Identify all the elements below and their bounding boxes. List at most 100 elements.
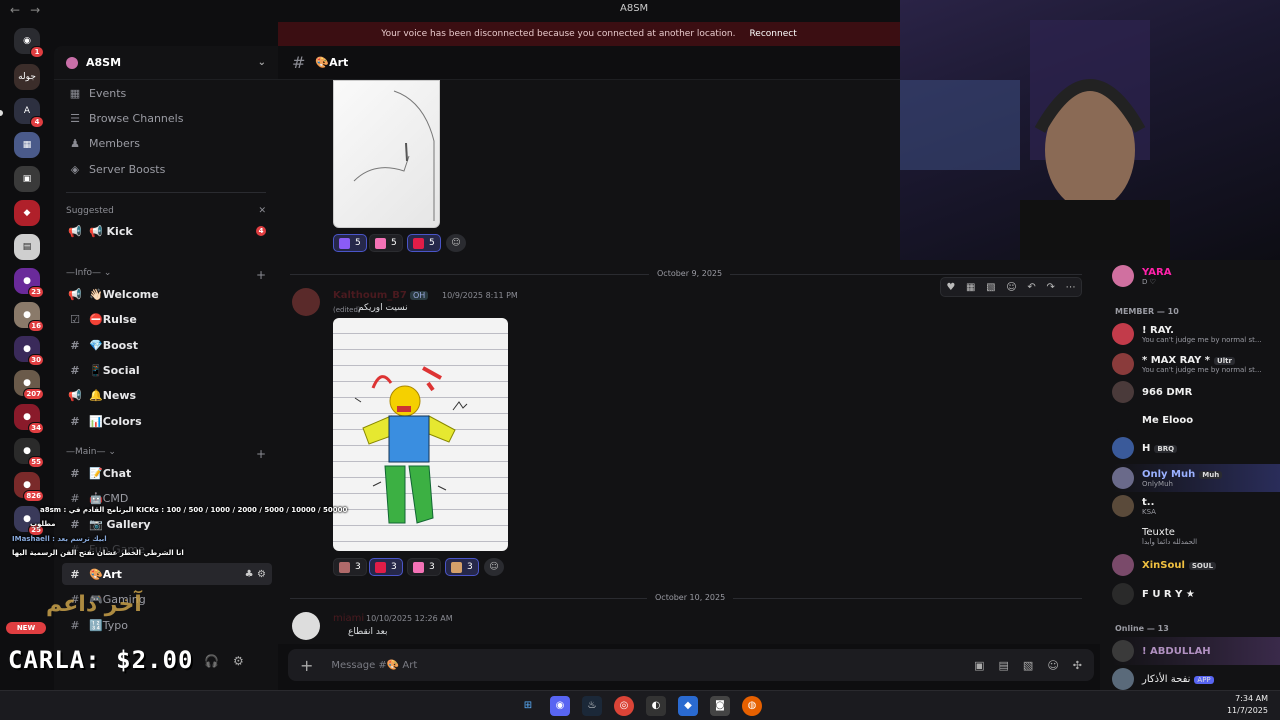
emoji-icon[interactable]: ▦ xyxy=(966,282,975,293)
reconnect-button[interactable]: Reconnect xyxy=(749,29,796,39)
forward-arrow-icon[interactable]: → xyxy=(30,3,40,17)
reaction[interactable]: 3 xyxy=(333,558,367,576)
app-icon[interactable]: ◆ xyxy=(678,695,698,716)
server-header[interactable]: A8SM ⌄ xyxy=(54,46,278,80)
server-icon[interactable]: ● 826 xyxy=(14,472,44,502)
nav-server-boosts[interactable]: ◈ Server Boosts xyxy=(62,158,272,180)
nav-events[interactable]: ▦ Events xyxy=(62,82,272,104)
channel-gallery[interactable]: # 📷 Gallery xyxy=(62,513,272,535)
reaction[interactable]: 5 xyxy=(369,234,403,252)
add-reaction-button[interactable]: ☺ xyxy=(446,234,466,252)
gift-icon[interactable]: ▣ xyxy=(974,659,984,672)
emoji-icon[interactable]: ▧ xyxy=(986,282,995,293)
server-icon[interactable]: ● 207 xyxy=(14,370,44,400)
back-arrow-icon[interactable]: ← xyxy=(10,3,20,17)
channel-colors[interactable]: # 📊Colors xyxy=(62,410,272,432)
reaction[interactable]: 3 xyxy=(407,558,441,576)
server-icon[interactable]: A4 xyxy=(14,98,44,128)
member-row[interactable]: Me Elooo xyxy=(1112,406,1280,434)
channel-chat[interactable]: # 📝Chat xyxy=(62,462,272,484)
channel-welcome[interactable]: 📢 👋🏻Welcome xyxy=(62,283,272,305)
reply-icon[interactable]: ↶ xyxy=(1027,282,1035,293)
server-icon[interactable]: ● 16 xyxy=(14,302,44,332)
avatar xyxy=(1112,640,1134,662)
discord-icon[interactable]: ◉ xyxy=(550,695,570,716)
sticker-icon[interactable]: ▧ xyxy=(1023,659,1033,672)
member-row[interactable]: YARA D ♡ xyxy=(1112,262,1280,290)
server-icon[interactable]: ▤ xyxy=(14,234,40,260)
message-image-attachment[interactable] xyxy=(333,80,440,228)
close-icon[interactable]: ✕ xyxy=(258,206,266,216)
category-info[interactable]: —Info— ⌄ + xyxy=(66,268,266,282)
hash-icon: # xyxy=(70,363,80,377)
chevron-down-icon[interactable]: ⌄ xyxy=(258,57,266,68)
channel-art[interactable]: # 🎨Art ♣ ⚙ xyxy=(62,563,272,585)
avatar xyxy=(1112,554,1134,576)
app-icon[interactable]: ◙ xyxy=(710,695,730,716)
member-row[interactable]: ! RAY. You can't judge me by normal st... xyxy=(1112,320,1280,348)
member-row[interactable]: XinSoul SOUL xyxy=(1112,551,1280,579)
apps-icon[interactable]: ✣ xyxy=(1073,659,1082,672)
message-input[interactable]: Message #🎨 Art xyxy=(331,660,417,671)
message-composer[interactable]: + Message #🎨 Art ▣ ▤ ▧ ☺ ✣ xyxy=(288,649,1094,681)
member-row[interactable]: * MAX RAY * Ultr You can't judge me by nor… xyxy=(1112,350,1280,378)
emoji-icon[interactable]: ☺ xyxy=(1047,659,1058,672)
avatar[interactable] xyxy=(292,612,320,640)
channel-typo[interactable]: # 🔢Typo xyxy=(62,614,272,636)
member-row[interactable]: Teuxte الحمدلله دائماً وأبداً xyxy=(1112,522,1280,550)
steam-icon[interactable]: ♨ xyxy=(582,695,602,716)
server-icon[interactable]: ● 23 xyxy=(14,268,44,298)
server-icon[interactable]: ● 34 xyxy=(14,404,44,434)
heart-icon[interactable]: ♥ xyxy=(946,282,955,293)
server-icon[interactable]: ▦ xyxy=(14,132,40,158)
server-icon[interactable]: ● 25 xyxy=(14,506,44,536)
category-main[interactable]: —Main— ⌄ + xyxy=(66,447,266,461)
server-icon[interactable]: جوله xyxy=(14,64,40,90)
member-row[interactable]: نفحة الأذكار APP xyxy=(1112,665,1280,693)
attach-plus-button[interactable]: + xyxy=(300,656,313,675)
channel-kick[interactable]: 📢 📢 Kick 4 xyxy=(62,220,272,242)
gif-icon[interactable]: ▤ xyxy=(999,659,1009,672)
system-clock[interactable]: 7:34 AM 11/7/2025 xyxy=(1227,693,1268,717)
server-home[interactable]: ◉ 1 xyxy=(14,28,44,58)
nav-members[interactable]: ♟ Members xyxy=(62,132,272,154)
forward-icon[interactable]: ↷ xyxy=(1046,282,1054,293)
reaction[interactable]: 3 xyxy=(369,558,403,576)
member-row[interactable]: t.. KSA xyxy=(1112,492,1280,520)
headset-icon[interactable]: 🎧 xyxy=(204,654,219,668)
server-icon[interactable]: ● 55 xyxy=(14,438,44,468)
firefox-icon[interactable]: ◍ xyxy=(742,695,762,716)
channel-news[interactable]: 📢 🔔News xyxy=(62,384,272,406)
server-icon[interactable]: ● 30 xyxy=(14,336,44,366)
member-row[interactable]: F U R Y ★ xyxy=(1112,580,1280,608)
nav-browse-channels[interactable]: ☰ Browse Channels xyxy=(62,107,272,129)
server-icon[interactable]: ▣ xyxy=(14,166,40,192)
channel-social[interactable]: # 📱Social xyxy=(62,359,272,381)
reaction[interactable]: 5 xyxy=(333,234,367,252)
obs-icon[interactable]: ◐ xyxy=(646,695,666,716)
settings-icon[interactable]: ⚙ xyxy=(233,654,244,668)
windows-start-icon[interactable]: ⊞ xyxy=(518,696,538,716)
server-icon[interactable]: ◆ xyxy=(14,200,40,226)
avatar[interactable] xyxy=(292,288,320,316)
member-row[interactable]: 966 DMR xyxy=(1112,378,1280,406)
channel-boost[interactable]: # 💎Boost xyxy=(62,334,272,356)
more-icon[interactable]: ⋯ xyxy=(1066,282,1076,293)
member-row[interactable]: H BRQ xyxy=(1112,434,1280,462)
invite-icon[interactable]: ♣ ⚙ xyxy=(245,569,266,580)
hash-icon: # xyxy=(70,618,80,632)
drawing-image-attachment[interactable] xyxy=(333,318,508,551)
add-reaction-button[interactable]: ☺ xyxy=(484,558,504,576)
message-author[interactable]: miami xyxy=(333,613,364,624)
member-group-header: MEMBER — 10 xyxy=(1115,307,1179,316)
chrome-icon[interactable]: ◎ xyxy=(614,695,634,716)
reaction[interactable]: 3 xyxy=(445,558,479,576)
member-row[interactable]: ! ABDULLAH xyxy=(1112,637,1280,665)
plus-icon[interactable]: + xyxy=(256,447,266,461)
channel-rules[interactable]: ☑ ⛔Rulse xyxy=(62,308,272,330)
plus-icon[interactable]: + xyxy=(256,268,266,282)
message-author[interactable]: Kalthoum_B7 xyxy=(333,290,407,301)
add-reaction-icon[interactable]: ☺ xyxy=(1006,282,1016,293)
member-row[interactable]: Only Muh Muh OnlyMuh xyxy=(1112,464,1280,492)
reaction[interactable]: 5 xyxy=(407,234,441,252)
